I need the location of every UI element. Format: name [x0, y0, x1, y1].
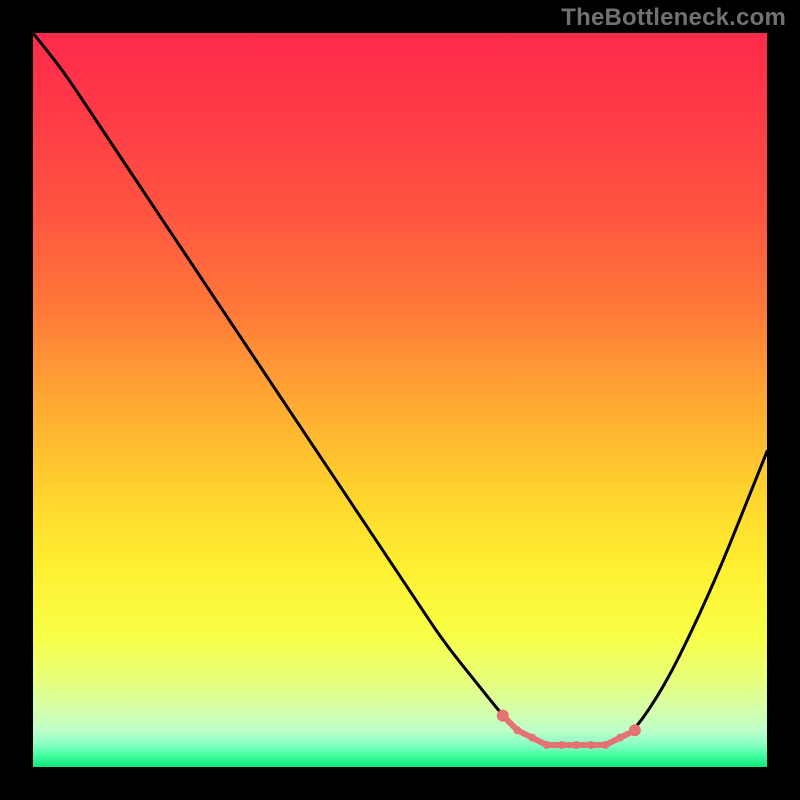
optimum-marker — [558, 741, 566, 749]
chart-frame: TheBottleneck.com — [0, 0, 800, 800]
optimum-marker — [572, 741, 580, 749]
plot-area — [33, 33, 767, 767]
optimum-marker — [543, 741, 551, 749]
optimum-marker — [587, 741, 595, 749]
optimum-marker — [616, 734, 624, 742]
watermark-label: TheBottleneck.com — [561, 4, 786, 32]
optimum-marker — [528, 734, 536, 742]
optimum-marker — [513, 726, 521, 734]
optimum-band — [503, 716, 635, 745]
optimum-marker — [629, 724, 641, 736]
marker-layer — [33, 33, 767, 767]
optimum-marker — [497, 710, 509, 722]
optimum-marker — [602, 741, 610, 749]
